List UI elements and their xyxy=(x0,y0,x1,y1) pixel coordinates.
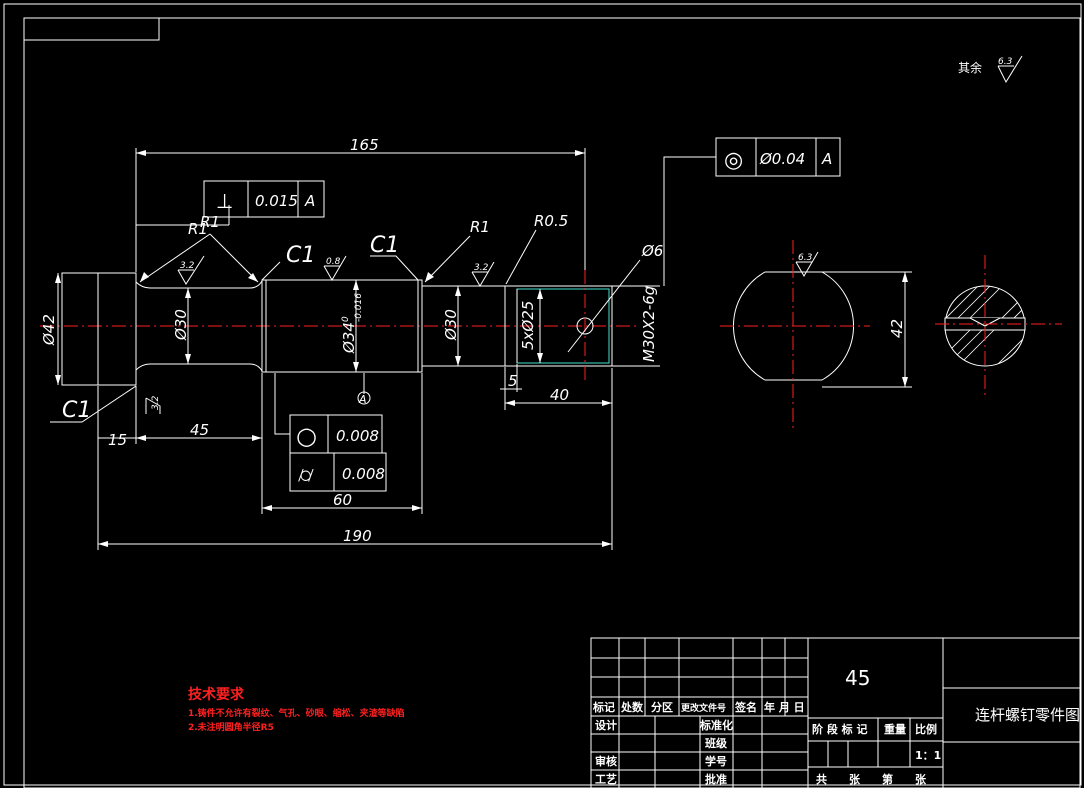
engineering-drawing: 其余 6.3 165 190 60 45 15 40 5 R1 R1 R1 R0… xyxy=(3,3,1082,788)
svg-text:学号: 学号 xyxy=(705,754,727,768)
cross-section-view xyxy=(935,255,1062,395)
dim-dia-34-tol-lower: -0.016 xyxy=(354,293,364,322)
title-block: 45 连杆螺钉零件图 标记 处数 分区 更改文件号 签名 年 月 日 设计 标准… xyxy=(590,637,1081,788)
roughness-symbol-left: 3.2 xyxy=(177,255,205,285)
svg-text:A: A xyxy=(821,150,832,168)
svg-text:年 月 日: 年 月 日 xyxy=(764,700,805,714)
outer-frame xyxy=(3,3,1082,786)
chamfer-c1-mid-b: C1 xyxy=(370,233,399,258)
svg-text:签名: 签名 xyxy=(734,700,757,714)
svg-text:审核: 审核 xyxy=(595,754,617,768)
svg-text:3.2: 3.2 xyxy=(474,263,489,273)
svg-text:0.008: 0.008 xyxy=(336,427,379,445)
roughness-symbol-right: 3.2 xyxy=(471,261,495,287)
dim-dia-42: Ø42 xyxy=(40,314,58,346)
dim-dia-34-tol-upper: 0 xyxy=(341,316,351,322)
dimension-lines xyxy=(50,148,716,550)
drawing-name: 连杆螺钉零件图 xyxy=(975,706,1080,724)
tech-requirements-title: 技术要求 xyxy=(188,686,245,703)
svg-text:3.2: 3.2 xyxy=(180,261,195,271)
cylindricity-symbol: ⌭ xyxy=(298,463,314,488)
svg-text:比例: 比例 xyxy=(915,722,937,736)
roughness-symbol-bottom: 3.2 xyxy=(145,395,161,414)
roughness-symbol-mid: 0.8 xyxy=(323,255,347,281)
svg-text:Ø0.04: Ø0.04 xyxy=(759,150,805,168)
svg-text:分区: 分区 xyxy=(651,700,673,714)
svg-text:0.015: 0.015 xyxy=(255,192,298,210)
svg-text:工艺: 工艺 xyxy=(595,772,617,786)
svg-text:重量: 重量 xyxy=(884,722,906,736)
dim-45: 45 xyxy=(190,421,209,439)
roughness-section: 6.3 xyxy=(798,253,813,263)
dim-190: 190 xyxy=(343,527,372,545)
dim-40: 40 xyxy=(550,386,569,404)
dim-r1-left-b: R1 xyxy=(200,213,220,231)
svg-text:共 张 第 张: 共 张 第 张 xyxy=(816,772,927,786)
dim-hole-6: Ø6 xyxy=(641,242,663,260)
dim-dia-34: Ø34 xyxy=(340,322,358,354)
chamfer-c1-mid-a: C1 xyxy=(286,243,315,268)
tech-requirement-1: 1.铸件不允许有裂纹、气孔、砂眼、缩松、夹渣等缺陷 xyxy=(188,707,405,719)
dim-r05: R0.5 xyxy=(534,212,568,230)
svg-text:3.2: 3.2 xyxy=(151,395,161,410)
dim-r1-right: R1 xyxy=(470,218,490,236)
dim-thread: M30X2-6g xyxy=(640,286,658,362)
svg-text:处数: 处数 xyxy=(620,700,644,714)
dim-165: 165 xyxy=(350,136,379,154)
svg-text:阶 段 标 记: 阶 段 标 记 xyxy=(812,722,868,736)
chamfer-c1-left: C1 xyxy=(62,398,91,423)
datum-a-label: A xyxy=(358,393,367,406)
tolerance-frame-circularity: ○ 0.008 xyxy=(289,414,383,454)
concentricity-symbol: ◎ xyxy=(724,148,743,173)
circularity-symbol: ○ xyxy=(296,422,317,450)
perpendicularity-symbol: ⊥ xyxy=(216,189,233,213)
tolerance-frame-concentricity: ◎ Ø0.04 A xyxy=(715,137,841,177)
svg-text:0.008: 0.008 xyxy=(342,465,385,483)
tolerance-frame-perpendicularity: ⊥ 0.015 A xyxy=(203,180,325,218)
svg-text:0.8: 0.8 xyxy=(326,257,341,267)
dim-dia-25: 5xØ25 xyxy=(519,301,537,350)
svg-text:A: A xyxy=(304,192,315,210)
corner-code-box xyxy=(23,17,160,41)
roughness-note-value: 6.3 xyxy=(998,57,1013,67)
tolerance-frame-cylindricity: ⌭ 0.008 xyxy=(289,452,387,492)
svg-text:设计: 设计 xyxy=(595,718,617,732)
end-view: 42 6.3 xyxy=(720,240,912,430)
svg-text:批准: 批准 xyxy=(705,772,727,786)
tech-requirement-2: 2.未注明圆角半径R5 xyxy=(188,721,274,733)
roughness-note-label: 其余 xyxy=(958,60,982,75)
dim-dia-30-right: Ø30 xyxy=(442,309,460,341)
dim-15: 15 xyxy=(108,431,127,449)
roughness-note: 其余 6.3 xyxy=(958,55,1023,84)
svg-text:更改文件号: 更改文件号 xyxy=(681,702,726,714)
svg-text:班级: 班级 xyxy=(705,736,728,750)
svg-text:标记: 标记 xyxy=(592,700,615,714)
dim-60: 60 xyxy=(333,491,352,509)
dim-section-42: 42 xyxy=(888,319,906,338)
dim-dia-30-left: Ø30 xyxy=(172,309,190,341)
material-label: 45 xyxy=(845,666,870,690)
svg-text:1：1: 1：1 xyxy=(915,749,941,762)
tech-requirements: 技术要求 1.铸件不允许有裂纹、气孔、砂眼、缩松、夹渣等缺陷 2.未注明圆角半径… xyxy=(188,686,405,733)
svg-text:标准化: 标准化 xyxy=(699,718,733,732)
dim-5: 5 xyxy=(508,372,518,390)
